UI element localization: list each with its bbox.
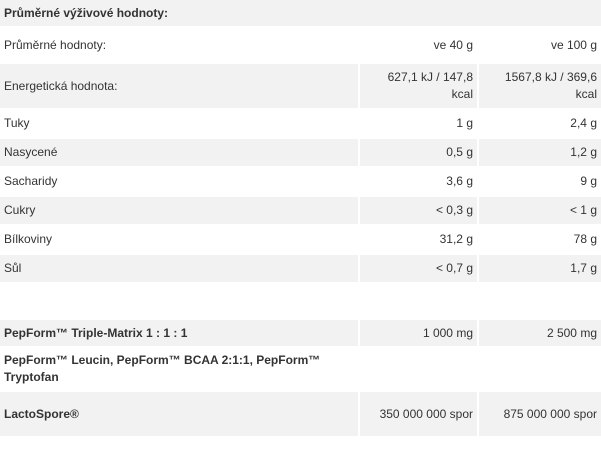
table-row: Sacharidy 3,6 g 9 g	[0, 168, 601, 195]
table-row: Průměrné hodnoty: ve 40 g ve 100 g	[0, 28, 601, 62]
table-row: Sůl < 0,7 g 1,7 g	[0, 255, 601, 282]
nutrient-per-100: 1,2 g	[479, 139, 601, 166]
nutrient-per-serving: 627,1 kJ / 147,8 kcal	[360, 64, 477, 108]
ingredient-name: LactoSpore®	[0, 392, 358, 436]
nutrient-name: Bílkoviny	[0, 226, 358, 253]
nutrient-name: Tuky	[0, 110, 358, 137]
table-row: Tuky 1 g 2,4 g	[0, 110, 601, 137]
column-per-serving: ve 40 g	[360, 28, 477, 62]
table-row: LactoSpore® 350 000 000 spor 875 000 000…	[0, 392, 601, 436]
column-per-100: ve 100 g	[479, 28, 601, 62]
ingredient-per-serving: 350 000 000 spor	[360, 392, 477, 436]
nutrient-per-100: < 1 g	[479, 197, 601, 224]
nutrient-per-100: 1,7 g	[479, 255, 601, 282]
nutrient-per-100: 1567,8 kJ / 369,6 kcal	[479, 64, 601, 108]
ingredient-per-serving: 1 000 mg	[360, 320, 477, 346]
ingredient-per-serving	[360, 348, 477, 390]
ingredient-per-100	[479, 348, 601, 390]
nutrient-per-100: 2,4 g	[479, 110, 601, 137]
ingredient-per-100: 875 000 000 spor	[479, 392, 601, 436]
nutrient-per-serving: < 0,3 g	[360, 197, 477, 224]
nutrient-name: Sacharidy	[0, 168, 358, 195]
table-row: Bílkoviny 31,2 g 78 g	[0, 226, 601, 253]
table-row: Cukry < 0,3 g < 1 g	[0, 197, 601, 224]
nutrient-name: Nasycené	[0, 139, 358, 166]
nutrition-table: Průměrné výživové hodnoty: Průměrné hodn…	[0, 0, 601, 438]
nutrient-per-serving: 31,2 g	[360, 226, 477, 253]
nutrient-per-serving: 3,6 g	[360, 168, 477, 195]
table-header-row: Průměrné výživové hodnoty:	[0, 0, 601, 26]
table-row: PepForm™ Leucin, PepForm™ BCAA 2:1:1, Pe…	[0, 348, 601, 390]
table-row: PepForm™ Triple-Matrix 1 : 1 : 1 1 000 m…	[0, 320, 601, 346]
nutrient-name: Energetická hodnota:	[0, 64, 358, 108]
table-row: Nasycené 0,5 g 1,2 g	[0, 139, 601, 166]
column-label: Průměrné hodnoty:	[0, 28, 358, 62]
nutrient-name: Cukry	[0, 197, 358, 224]
nutrient-per-100: 78 g	[479, 226, 601, 253]
table-title: Průměrné výživové hodnoty:	[0, 0, 601, 26]
table-row: Energetická hodnota: 627,1 kJ / 147,8 kc…	[0, 64, 601, 108]
spacer-row	[0, 284, 601, 318]
nutrient-name: Sůl	[0, 255, 358, 282]
ingredient-name: PepForm™ Leucin, PepForm™ BCAA 2:1:1, Pe…	[0, 348, 358, 390]
nutrient-per-serving: 1 g	[360, 110, 477, 137]
ingredient-name: PepForm™ Triple-Matrix 1 : 1 : 1	[0, 320, 358, 346]
ingredient-per-100: 2 500 mg	[479, 320, 601, 346]
nutrient-per-serving: < 0,7 g	[360, 255, 477, 282]
nutrient-per-serving: 0,5 g	[360, 139, 477, 166]
nutrient-per-100: 9 g	[479, 168, 601, 195]
